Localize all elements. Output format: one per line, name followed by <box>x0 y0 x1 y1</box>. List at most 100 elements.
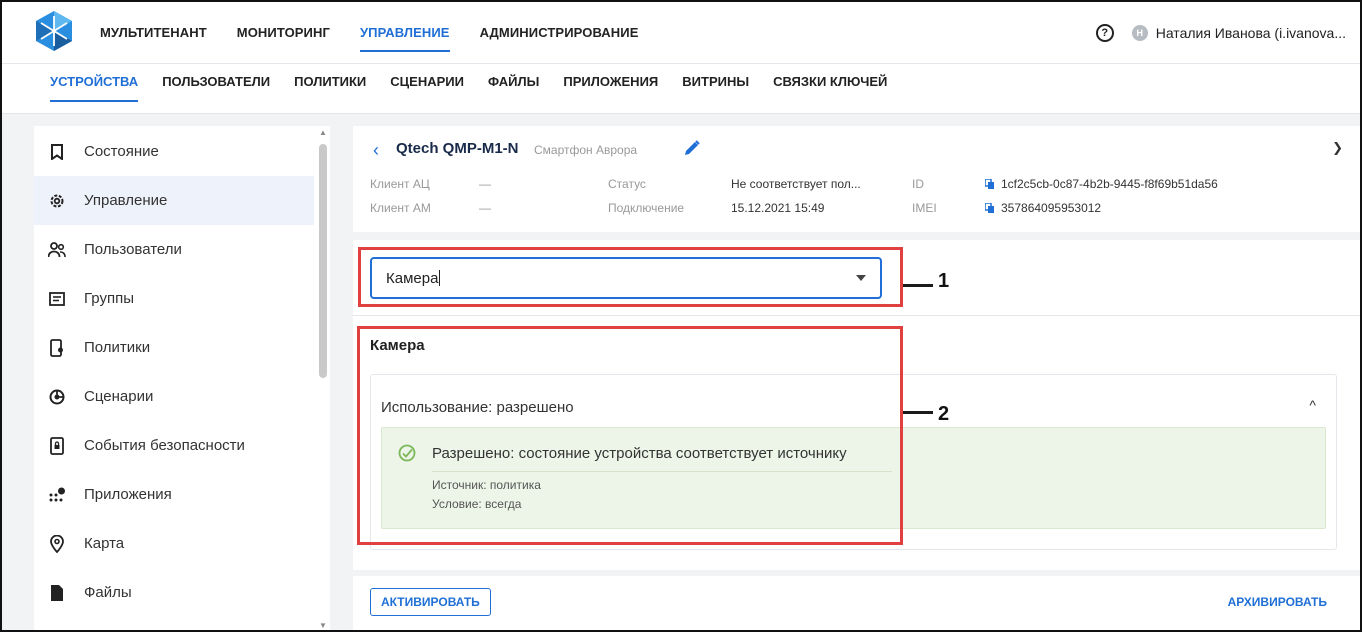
sidebar-item-label: Сценарии <box>84 388 154 405</box>
sidebar-item-map[interactable]: Карта <box>34 519 314 568</box>
policy-device-icon <box>48 338 66 357</box>
scroll-down-arrow-icon[interactable]: ▼ <box>319 621 327 630</box>
sidebar-item-state[interactable]: Состояние <box>34 127 314 176</box>
client-am-label: Клиент АМ <box>370 201 431 215</box>
status-value: Не соответствует пол... <box>731 177 861 191</box>
activate-button[interactable]: АКТИВИРОВАТЬ <box>370 588 491 616</box>
client-ac-label: Клиент АЦ <box>370 177 430 191</box>
file-icon <box>48 584 66 602</box>
client-ac-value: — <box>479 177 491 191</box>
usage-result-panel: Разрешено: состояние устройства соответс… <box>381 427 1326 529</box>
scroll-up-arrow-icon[interactable]: ▲ <box>319 128 327 137</box>
actions-footer: АКТИВИРОВАТЬ АРХИВИРОВАТЬ <box>353 576 1361 632</box>
avatar[interactable]: Н <box>1131 25 1148 41</box>
device-type: Смартфон Аврора <box>534 143 638 157</box>
sidebar-item-label: События безопасности <box>84 437 245 454</box>
top-bar: МУЛЬТИТЕНАНТ МОНИТОРИНГ УПРАВЛЕНИЕ АДМИН… <box>2 2 1360 64</box>
tab-devices[interactable]: УСТРОЙСТВА <box>50 64 139 114</box>
sidebar-item-label: Приложения <box>84 486 172 503</box>
tab-users[interactable]: ПОЛЬЗОВАТЕЛИ <box>162 64 270 114</box>
sub-bar: УСТРОЙСТВА ПОЛЬЗОВАТЕЛИ ПОЛИТИКИ СЦЕНАРИ… <box>2 64 1360 114</box>
copy-icon[interactable] <box>985 203 995 214</box>
select-value-wrap: Камера <box>386 270 441 287</box>
result-condition: Условие: всегда <box>432 497 522 511</box>
tab-policies[interactable]: ПОЛИТИКИ <box>294 64 366 114</box>
result-divider <box>432 471 892 472</box>
user-name[interactable]: Наталия Иванова (i.ivanova... <box>1156 25 1346 41</box>
top-nav: МУЛЬТИТЕНАНТ МОНИТОРИНГ УПРАВЛЕНИЕ АДМИН… <box>100 2 668 64</box>
sidebar-item-security-events[interactable]: События безопасности <box>34 421 314 470</box>
topnav-administration[interactable]: АДМИНИСТРИРОВАНИЕ <box>480 2 639 64</box>
status-label: Статус <box>608 177 646 191</box>
chevron-down-icon[interactable]: ❯ <box>1332 140 1343 156</box>
annotation-number-2: 2 <box>938 403 950 425</box>
user-area: ? Н Наталия Иванова (i.ivanova... <box>1095 2 1346 64</box>
imei-label: IMEI <box>912 201 937 215</box>
client-am-value: — <box>479 201 491 215</box>
copy-icon[interactable] <box>985 179 995 190</box>
usage-accordion-title[interactable]: Использование: разрешено <box>381 399 574 416</box>
chevron-up-icon[interactable]: ^ <box>1309 397 1316 413</box>
sub-nav: УСТРОЙСТВА ПОЛЬЗОВАТЕЛИ ПОЛИТИКИ СЦЕНАРИ… <box>50 64 911 114</box>
sidebar: Состояние Управление Пользователи Группы… <box>34 126 330 632</box>
topnav-multitenant[interactable]: МУЛЬТИТЕНАНТ <box>100 2 207 64</box>
usage-accordion: Использование: разрешено ^ Разрешено: со… <box>370 374 1337 550</box>
sidebar-item-files[interactable]: Файлы <box>34 568 314 617</box>
result-source: Источник: политика <box>432 478 541 492</box>
archive-button[interactable]: АРХИВИРОВАТЬ <box>1228 595 1327 609</box>
topnav-management[interactable]: УПРАВЛЕНИЕ <box>359 2 450 64</box>
sidebar-item-applications[interactable]: Приложения <box>34 470 314 519</box>
sidebar-item-label: Управление <box>84 192 168 209</box>
tab-scenarios[interactable]: СЦЕНАРИИ <box>390 64 464 114</box>
tab-showcases[interactable]: ВИТРИНЫ <box>682 64 749 114</box>
tab-applications[interactable]: ПРИЛОЖЕНИЯ <box>563 64 658 114</box>
connection-value: 15.12.2021 15:49 <box>731 201 825 215</box>
bookmark-icon <box>48 143 66 161</box>
sidebar-item-scenarios[interactable]: Сценарии <box>34 372 314 421</box>
id-label: ID <box>912 177 924 191</box>
setting-select[interactable]: Камера <box>370 257 882 299</box>
imei-value: 357864095953012 <box>1001 201 1102 215</box>
sidebar-item-label: Состояние <box>84 143 159 160</box>
setting-select-card: Камера <box>353 240 1361 316</box>
back-chevron-icon[interactable]: ‹ <box>373 140 379 161</box>
scroll-thumb[interactable] <box>319 144 327 378</box>
id-value: 1cf2c5cb-0c87-4b2b-9445-f8f69b51da56 <box>1001 177 1218 191</box>
apps-icon <box>48 486 66 504</box>
users-icon <box>48 241 66 259</box>
result-title: Разрешено: состояние устройства соответс… <box>432 445 847 462</box>
sidebar-item-management[interactable]: Управление <box>34 176 314 225</box>
folder-icon <box>48 290 66 308</box>
map-pin-icon <box>48 534 66 553</box>
scenario-icon <box>48 388 66 406</box>
gear-icon <box>48 192 66 210</box>
sidebar-item-label: Группы <box>84 290 134 307</box>
sidebar-item-label: Файлы <box>84 584 132 601</box>
text-caret <box>439 270 441 286</box>
sidebar-item-label: Пользователи <box>84 241 182 258</box>
app-logo-icon[interactable] <box>36 11 72 51</box>
dropdown-arrow-icon[interactable] <box>856 275 866 281</box>
help-icon[interactable]: ? <box>1095 24 1114 42</box>
select-value: Камера <box>386 270 439 287</box>
annotation-number-1: 1 <box>938 270 950 292</box>
sidebar-item-policies[interactable]: Политики <box>34 323 314 372</box>
connection-label: Подключение <box>608 201 685 215</box>
device-name: Qtech QMP-M1-N <box>396 140 519 157</box>
tab-keychains[interactable]: СВЯЗКИ КЛЮЧЕЙ <box>773 64 887 114</box>
annotation-line-1 <box>903 284 933 287</box>
sidebar-item-label: Карта <box>84 535 125 552</box>
section-title: Камера <box>370 337 425 354</box>
security-device-icon <box>48 436 66 455</box>
tab-files[interactable]: ФАЙЛЫ <box>488 64 539 114</box>
topnav-monitoring[interactable]: МОНИТОРИНГ <box>237 2 330 64</box>
sidebar-item-groups[interactable]: Группы <box>34 274 314 323</box>
sidebar-scrollbar[interactable]: ▲ ▼ <box>316 126 330 632</box>
sidebar-item-users[interactable]: Пользователи <box>34 225 314 274</box>
annotation-line-2 <box>903 411 933 414</box>
edit-pencil-icon[interactable] <box>683 139 701 157</box>
sidebar-item-label: Политики <box>84 339 151 356</box>
setting-content-card: Камера Использование: разрешено ^ Разреш… <box>353 316 1361 570</box>
device-header-card: ‹ Qtech QMP-M1-N Смартфон Аврора ❯ Клиен… <box>353 126 1361 232</box>
check-circle-icon <box>398 444 416 462</box>
